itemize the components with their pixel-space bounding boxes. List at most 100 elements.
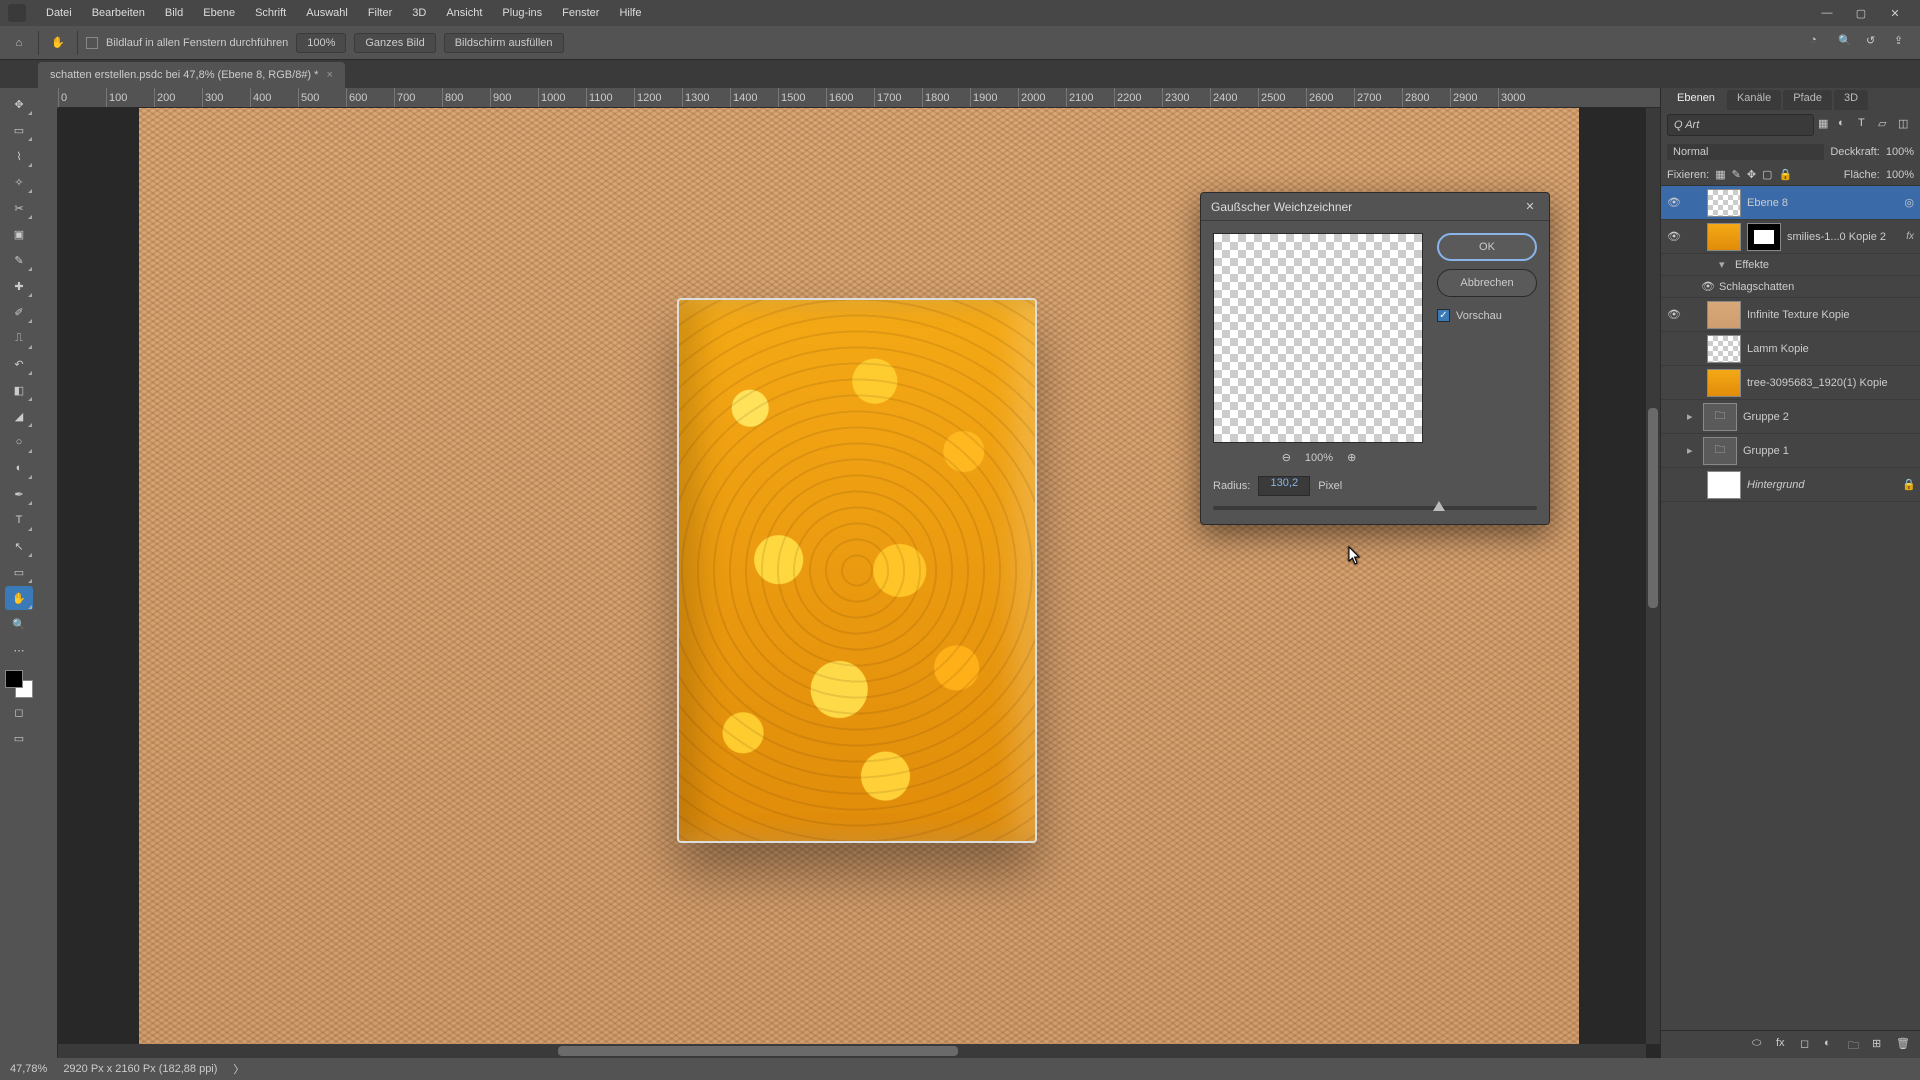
chevron-icon[interactable]: ▸ xyxy=(1687,410,1697,423)
zoom-100-button[interactable]: 100% xyxy=(296,33,346,53)
layer-row[interactable]: ▸🗀Gruppe 2 xyxy=(1661,400,1920,434)
fit-whole-button[interactable]: Ganzes Bild xyxy=(354,33,435,53)
hand-tool-icon[interactable]: ✋ xyxy=(47,32,69,54)
window-close[interactable]: ✕ xyxy=(1878,0,1912,26)
menu-schrift[interactable]: Schrift xyxy=(245,3,296,23)
layer-row[interactable]: 👁Schlagschatten xyxy=(1661,276,1920,298)
hand-tool[interactable]: ✋ xyxy=(5,586,33,610)
filter-type-icon[interactable]: T xyxy=(1858,117,1874,133)
window-maximize[interactable]: ▢ xyxy=(1844,0,1878,26)
eraser-tool[interactable]: ◧ xyxy=(5,378,33,402)
visibility-icon[interactable] xyxy=(1701,258,1713,272)
menu-ansicht[interactable]: Ansicht xyxy=(436,3,492,23)
lock-all-icon[interactable]: 🔒 xyxy=(1778,168,1792,181)
marquee-tool[interactable]: ▭ xyxy=(5,118,33,142)
tab-pfade[interactable]: Pfade xyxy=(1783,90,1832,110)
scrollbar-vertical[interactable] xyxy=(1646,108,1660,1044)
fill-value[interactable]: 100% xyxy=(1886,169,1914,181)
layer-row[interactable]: 👁Infinite Texture Kopie xyxy=(1661,298,1920,332)
scrollbar-v-thumb[interactable] xyxy=(1648,408,1658,608)
blur-tool[interactable]: ○ xyxy=(5,430,33,454)
chevron-icon[interactable]: ▾ xyxy=(1719,258,1729,271)
radius-input[interactable]: 130,2 xyxy=(1258,476,1310,496)
type-tool[interactable]: T xyxy=(5,508,33,532)
gradient-tool[interactable]: ◢ xyxy=(5,404,33,428)
lock-artboard-icon[interactable]: ▢ xyxy=(1762,168,1772,181)
cancel-button[interactable]: Abbrechen xyxy=(1437,269,1537,297)
menu-auswahl[interactable]: Auswahl xyxy=(296,3,358,23)
frame-tool[interactable]: ▣ xyxy=(5,222,33,246)
new-group-icon[interactable]: 🗀 xyxy=(1848,1037,1864,1053)
menu-bild[interactable]: Bild xyxy=(155,3,193,23)
layer-row[interactable]: Hintergrund🔒 xyxy=(1661,468,1920,502)
zoom-in-icon[interactable]: ⊕ xyxy=(1347,451,1356,464)
scrollbar-h-thumb[interactable] xyxy=(558,1046,958,1056)
shape-tool[interactable]: ▭ xyxy=(5,560,33,584)
filter-adjust-icon[interactable]: ◐ xyxy=(1838,117,1854,133)
layer-row[interactable]: tree-3095683_1920(1) Kopie xyxy=(1661,366,1920,400)
layer-row[interactable]: 👁Ebene 8◎ xyxy=(1661,186,1920,220)
tab-3d[interactable]: 3D xyxy=(1834,90,1868,110)
dialog-titlebar[interactable]: Gaußscher Weichzeichner ✕ xyxy=(1201,193,1549,221)
layer-row[interactable]: 👁smilies-1...0 Kopie 2fx xyxy=(1661,220,1920,254)
brush-tool[interactable]: ✐ xyxy=(5,300,33,324)
link-layers-icon[interactable]: ⬭ xyxy=(1752,1037,1768,1053)
preview-checkbox[interactable]: ✓ xyxy=(1437,309,1450,322)
path-select-tool[interactable]: ↖ xyxy=(5,534,33,558)
window-minimize[interactable]: — xyxy=(1810,0,1844,26)
filter-smart-icon[interactable]: ◫ xyxy=(1898,117,1914,133)
menu-bearbeiten[interactable]: Bearbeiten xyxy=(82,3,155,23)
filter-shape-icon[interactable]: ▱ xyxy=(1878,117,1894,133)
visibility-icon[interactable] xyxy=(1667,342,1681,356)
menu-ebene[interactable]: Ebene xyxy=(193,3,245,23)
quickmask-toggle[interactable]: ◻ xyxy=(5,700,33,724)
status-arrow[interactable]: 〉 xyxy=(233,1061,244,1077)
search-icon[interactable]: 🔍 xyxy=(1838,34,1856,52)
tab-kanaele[interactable]: Kanäle xyxy=(1727,90,1781,110)
eyedropper-tool[interactable]: ✎ xyxy=(5,248,33,272)
tab-close-icon[interactable]: × xyxy=(326,69,332,81)
visibility-icon[interactable]: 👁 xyxy=(1701,280,1713,294)
dodge-tool[interactable]: ◐ xyxy=(5,456,33,480)
scrollbar-horizontal[interactable] xyxy=(58,1044,1646,1058)
home-icon[interactable]: ⌂ xyxy=(8,32,30,54)
blend-mode-select[interactable]: Normal xyxy=(1667,144,1824,160)
screenmode-toggle[interactable]: ▭ xyxy=(5,726,33,750)
lock-position-icon[interactable]: ✎ xyxy=(1732,168,1741,181)
layer-row[interactable]: Lamm Kopie xyxy=(1661,332,1920,366)
healing-tool[interactable]: ✚ xyxy=(5,274,33,298)
share-icon[interactable]: ⇪ xyxy=(1894,34,1912,52)
radius-slider-handle[interactable] xyxy=(1433,501,1445,511)
layer-fx-icon[interactable]: fx xyxy=(1776,1037,1792,1053)
ruler-vertical[interactable] xyxy=(38,108,58,1058)
move-tool[interactable]: ✥ xyxy=(5,92,33,116)
layer-mask-icon[interactable]: ◻ xyxy=(1800,1037,1816,1053)
opacity-value[interactable]: 100% xyxy=(1886,146,1914,158)
visibility-icon[interactable] xyxy=(1667,444,1681,458)
visibility-icon[interactable] xyxy=(1667,478,1681,492)
radius-slider[interactable] xyxy=(1213,506,1537,510)
crop-tool[interactable]: ✂ xyxy=(5,196,33,220)
lasso-tool[interactable]: ⌇ xyxy=(5,144,33,168)
new-layer-icon[interactable]: ⊞ xyxy=(1872,1037,1888,1053)
fill-screen-button[interactable]: Bildschirm ausfüllen xyxy=(444,33,564,53)
menu-fenster[interactable]: Fenster xyxy=(552,3,609,23)
gaussian-blur-dialog[interactable]: Gaußscher Weichzeichner ✕ ⊖ 100% ⊕ OK Ab… xyxy=(1200,192,1550,525)
document-tab[interactable]: schatten erstellen.psdc bei 47,8% (Ebene… xyxy=(38,62,345,88)
status-zoom[interactable]: 47,78% xyxy=(10,1063,47,1075)
foreground-color-swatch[interactable] xyxy=(5,670,23,688)
menu-filter[interactable]: Filter xyxy=(358,3,402,23)
menu-plugins[interactable]: Plug-ins xyxy=(492,3,552,23)
lock-pixels-icon[interactable]: ▦ xyxy=(1715,168,1725,181)
menu-3d[interactable]: 3D xyxy=(402,3,436,23)
scroll-all-checkbox[interactable] xyxy=(86,37,98,49)
history-brush-tool[interactable]: ↶ xyxy=(5,352,33,376)
layer-filter-input[interactable]: Q Art xyxy=(1667,114,1814,136)
layer-row[interactable]: ▾Effekte xyxy=(1661,254,1920,276)
adjustment-layer-icon[interactable]: ◐ xyxy=(1824,1037,1840,1053)
edit-toolbar[interactable]: ⋯ xyxy=(5,638,33,662)
target-icon[interactable]: ◎ xyxy=(1904,196,1914,209)
menu-datei[interactable]: Datei xyxy=(36,3,82,23)
ok-button[interactable]: OK xyxy=(1437,233,1537,261)
delete-layer-icon[interactable]: 🗑 xyxy=(1896,1037,1912,1053)
